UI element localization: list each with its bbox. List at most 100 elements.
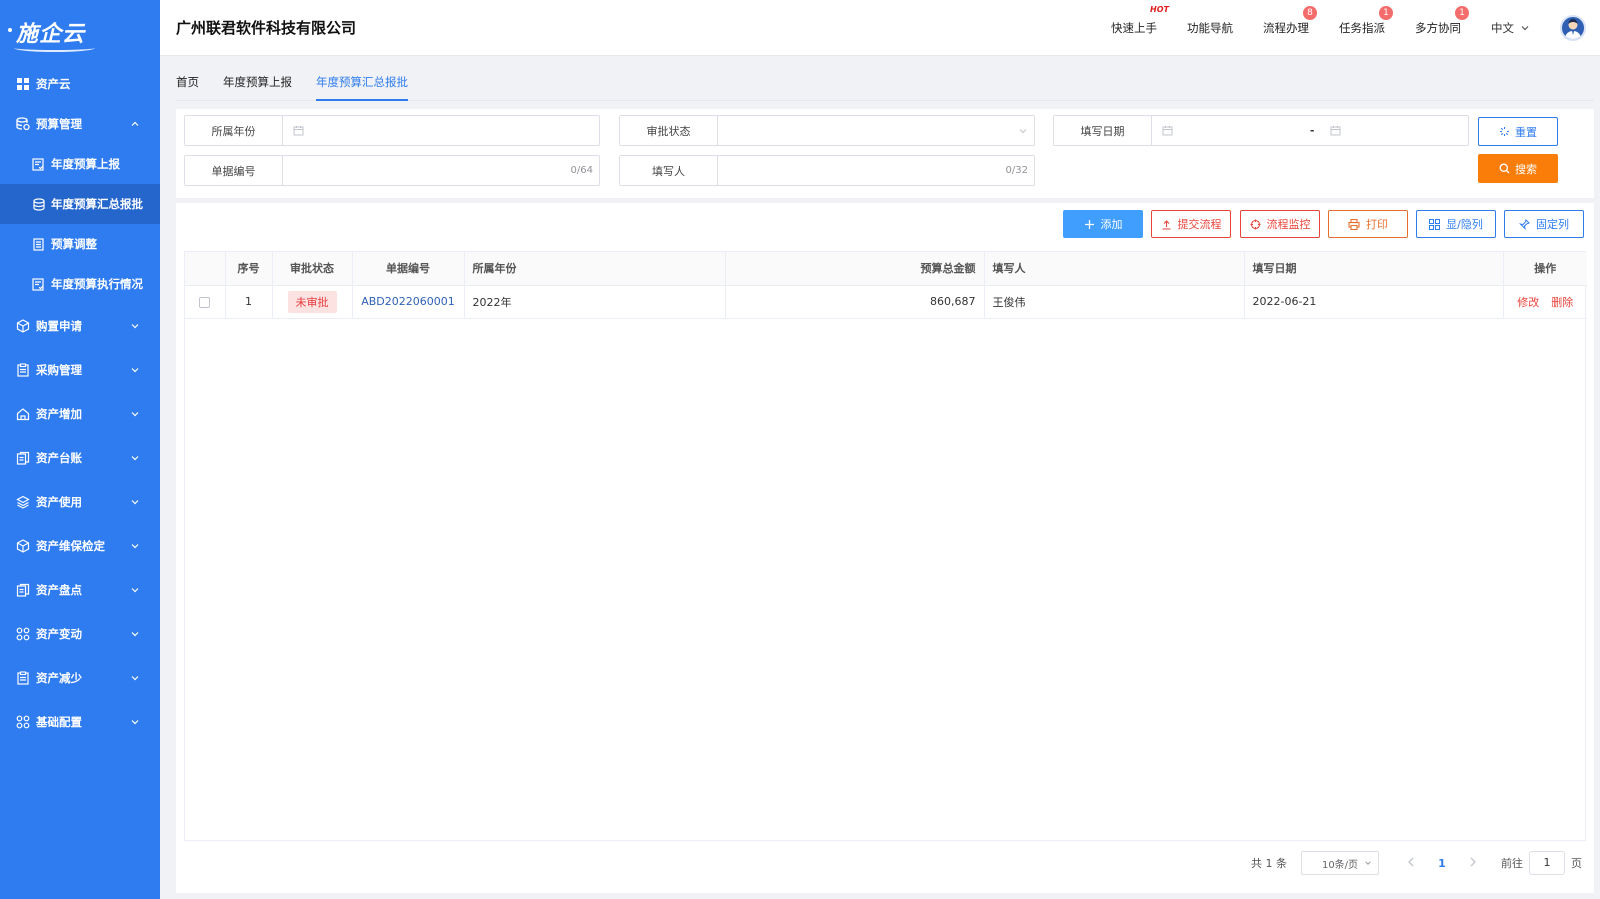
sidebar-item-annual-budget-report[interactable]: 年度预算上报 xyxy=(0,144,160,184)
chevron-down-icon xyxy=(131,720,139,725)
pagination: 共 1 条 10条/页 1 前往 1 页 xyxy=(176,851,1594,875)
chevron-down-icon xyxy=(1365,861,1371,865)
toggle-columns-button[interactable]: 显/隐列 xyxy=(1416,210,1496,238)
chevron-down-icon xyxy=(131,676,139,681)
report-icon xyxy=(32,157,44,171)
year-picker[interactable] xyxy=(283,116,599,145)
tab-annual-budget-report[interactable]: 年度预算上报 xyxy=(223,66,292,101)
char-counter: 0/64 xyxy=(570,165,593,176)
chevron-down-icon xyxy=(1019,128,1027,133)
goto-suffix: 页 xyxy=(1571,857,1582,870)
sidebar-item-label: 年度预算汇总报批 xyxy=(51,197,143,211)
logo[interactable]: 施企云 xyxy=(0,0,160,64)
doc-no-link[interactable]: ABD2022060001 xyxy=(361,295,455,308)
amount-cell: 860,687 xyxy=(725,285,985,319)
sidebar-item-asset-use[interactable]: 资产使用 xyxy=(0,480,160,524)
tab-home[interactable]: 首页 xyxy=(176,66,199,101)
status-label: 审批状态 xyxy=(620,116,718,145)
sidebar-item-asset-maintenance[interactable]: 资产维保检定 xyxy=(0,524,160,568)
language-select[interactable]: 中文 xyxy=(1491,20,1530,36)
actions-cell: 修改 删除 xyxy=(1503,285,1587,319)
chevron-down-icon xyxy=(131,324,139,329)
search-label: 搜索 xyxy=(1515,162,1537,176)
upload-icon xyxy=(1162,219,1170,230)
submit-process-button[interactable]: 提交流程 xyxy=(1151,210,1231,238)
sidebar-item-label: 预算调整 xyxy=(51,237,97,251)
clipboard-icon xyxy=(17,671,29,685)
sidebar-item-procurement[interactable]: 采购管理 xyxy=(0,348,160,392)
page-size-select[interactable]: 10条/页 xyxy=(1301,851,1379,875)
avatar[interactable] xyxy=(1560,14,1586,41)
sidebar-item-base-config[interactable]: 基础配置 xyxy=(0,700,160,744)
edit-link[interactable]: 修改 xyxy=(1517,296,1539,309)
report-icon xyxy=(32,277,44,291)
page-number[interactable]: 1 xyxy=(1429,857,1455,870)
status-field: 审批状态 xyxy=(619,115,1035,146)
nav-label: 任务指派 xyxy=(1339,20,1385,35)
sidebar-item-asset-reduce[interactable]: 资产减少 xyxy=(0,656,160,700)
sidebar-item-purchase-request[interactable]: 购置申请 xyxy=(0,304,160,348)
search-button[interactable]: 搜索 xyxy=(1478,154,1558,183)
goto-page-input[interactable]: 1 xyxy=(1529,851,1565,875)
char-counter: 0/32 xyxy=(1005,165,1028,176)
hot-badge: HOT xyxy=(1150,4,1169,14)
date-cell: 2022-06-21 xyxy=(1244,285,1504,319)
add-button[interactable]: 添加 xyxy=(1063,210,1143,238)
sidebar-item-label: 资产使用 xyxy=(36,495,82,509)
count-badge: 8 xyxy=(1303,5,1317,20)
sidebar-item-label: 预算管理 xyxy=(36,117,82,131)
status-select[interactable] xyxy=(718,116,1034,145)
sidebar-item-label: 年度预算上报 xyxy=(51,157,120,171)
fix-columns-label: 固定列 xyxy=(1536,218,1569,231)
date-separator: - xyxy=(1310,124,1315,137)
sidebar-item-budget-execution[interactable]: 年度预算执行情况 xyxy=(0,264,160,304)
nav-collaboration[interactable]: 多方协同 1 xyxy=(1415,5,1469,36)
process-monitor-button[interactable]: 流程监控 xyxy=(1240,210,1320,238)
row-checkbox[interactable] xyxy=(199,296,211,308)
tab-annual-budget-summary[interactable]: 年度预算汇总报批 xyxy=(316,66,408,101)
reset-label: 重置 xyxy=(1515,125,1537,139)
delete-link[interactable]: 删除 xyxy=(1551,296,1573,309)
nav-task-assign[interactable]: 任务指派 1 xyxy=(1339,5,1393,36)
ledger-icon xyxy=(16,583,30,597)
sidebar-item-budget-mgmt[interactable]: 预算管理 xyxy=(0,104,160,144)
home-icon xyxy=(16,408,30,421)
table-header-row: 序号 审批状态 单据编号 所属年份 预算总金额 填写人 填写日期 操作 xyxy=(185,252,1587,286)
apps-icon xyxy=(16,627,30,641)
chevron-down-icon xyxy=(131,456,139,461)
company-name: 广州联君软件科技有限公司 xyxy=(176,19,357,37)
nav-function-guide[interactable]: 功能导航 xyxy=(1187,20,1233,36)
cube-icon xyxy=(16,319,30,333)
submit-label: 提交流程 xyxy=(1177,218,1222,231)
sidebar-item-asset-ledger[interactable]: 资产台账 xyxy=(0,436,160,480)
chevron-left-icon xyxy=(1408,857,1414,867)
sidebar-item-annual-budget-summary[interactable]: 年度预算汇总报批 xyxy=(0,184,160,224)
sidebar-item-label: 资产减少 xyxy=(36,671,82,685)
nav-label: 功能导航 xyxy=(1187,20,1233,35)
fix-columns-button[interactable]: 固定列 xyxy=(1504,210,1584,238)
print-button[interactable]: 打印 xyxy=(1328,210,1408,238)
goto-prefix: 前往 xyxy=(1501,857,1523,870)
print-label: 打印 xyxy=(1366,218,1388,231)
sidebar-item-asset-inventory[interactable]: 资产盘点 xyxy=(0,568,160,612)
writer-input[interactable]: 0/32 xyxy=(718,156,1034,185)
reset-button[interactable]: 重置 xyxy=(1478,117,1558,146)
next-page-button[interactable] xyxy=(1463,855,1483,871)
chevron-down-icon xyxy=(131,544,139,549)
nav-process[interactable]: 流程办理 8 xyxy=(1263,5,1317,36)
pin-icon xyxy=(1519,218,1530,230)
header-select xyxy=(185,252,226,286)
sidebar-item-budget-adjust[interactable]: 预算调整 xyxy=(0,224,160,264)
prev-page-button[interactable] xyxy=(1401,855,1421,871)
sidebar-item-label: 资产维保检定 xyxy=(36,539,105,553)
nav-quick-start[interactable]: 快速上手 HOT xyxy=(1111,5,1169,36)
database-icon xyxy=(16,117,30,131)
sidebar-item-asset-change[interactable]: 资产变动 xyxy=(0,612,160,656)
date-range-picker[interactable]: - xyxy=(1152,116,1468,145)
column-header: 单据编号 xyxy=(352,252,465,286)
grid-icon xyxy=(17,78,29,90)
column-header: 填写日期 xyxy=(1244,252,1504,286)
sidebar-item-asset-add[interactable]: 资产增加 xyxy=(0,392,160,436)
sidebar-item-asset-cloud[interactable]: 资产云 xyxy=(0,64,160,104)
doc-no-input[interactable]: 0/64 xyxy=(283,156,599,185)
